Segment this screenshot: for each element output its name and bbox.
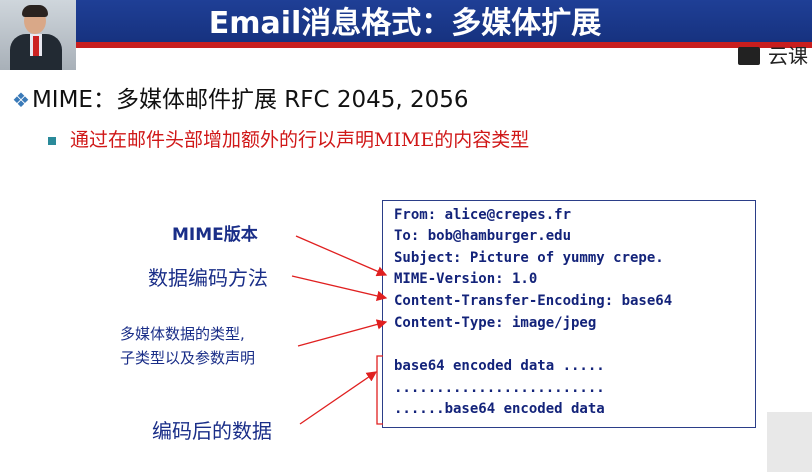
data-bracket <box>376 355 383 425</box>
arrow-version <box>295 235 388 277</box>
arrow-type <box>297 319 388 347</box>
arrow-data <box>299 371 378 425</box>
arrow-encoding <box>291 275 388 301</box>
annotation-arrows <box>291 235 388 425</box>
